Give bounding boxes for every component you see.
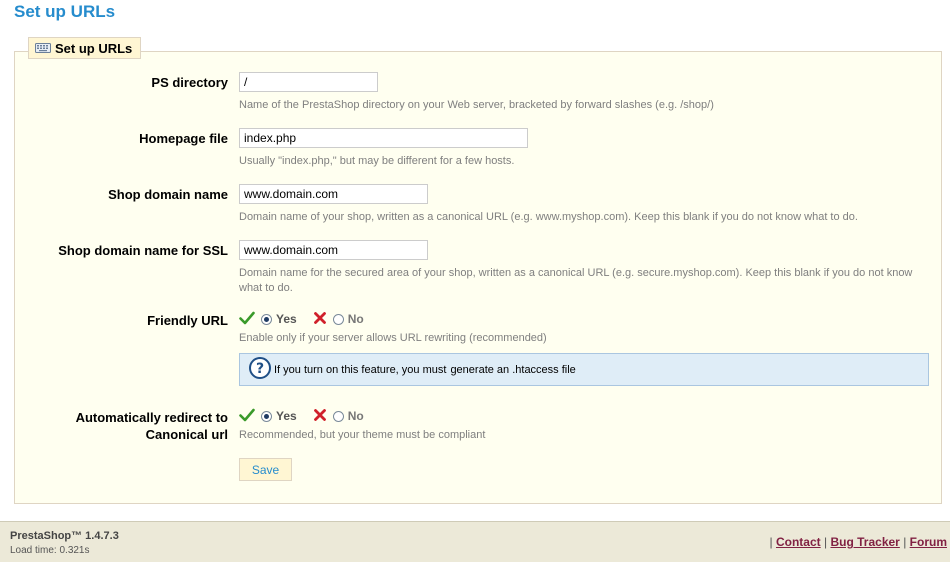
friendly-url-no-label[interactable]: No (348, 312, 364, 326)
check-icon (239, 311, 255, 328)
friendly-url-radio-group: Yes No (239, 310, 364, 328)
cross-icon (313, 408, 327, 425)
bug-tracker-link[interactable]: Bug Tracker (830, 535, 899, 549)
ps-directory-label: PS directory (151, 75, 228, 90)
friendly-url-label: Friendly URL (147, 313, 228, 328)
save-button[interactable]: Save (239, 458, 292, 481)
shop-domain-input[interactable] (239, 184, 428, 204)
keyboard-icon (35, 42, 51, 54)
canonical-redirect-no-radio[interactable] (332, 410, 344, 422)
ps-directory-input[interactable] (239, 72, 378, 92)
contact-link[interactable]: Contact (776, 535, 821, 549)
footer-separator: | (903, 535, 907, 549)
footer-links: | Contact | Bug Tracker | Forum (770, 535, 947, 549)
canonical-redirect-yes-radio[interactable] (261, 410, 272, 422)
htaccess-link[interactable]: generate an .htaccess file (450, 364, 575, 376)
shop-domain-label: Shop domain name (108, 187, 228, 202)
homepage-file-input[interactable] (239, 128, 528, 148)
ps-directory-description: Name of the PrestaShop directory on your… (239, 99, 714, 111)
homepage-file-label: Homepage file (139, 131, 228, 146)
svg-text:?: ? (256, 361, 264, 377)
canonical-redirect-description: Recommended, but your theme must be comp… (239, 429, 486, 441)
legend-title: Set up URLs (55, 40, 133, 56)
htaccess-hint: ? If you turn on this feature, you must … (239, 353, 929, 386)
help-icon: ? (240, 356, 274, 383)
footer-separator: | (769, 535, 773, 549)
forum-link[interactable]: Forum (910, 535, 947, 549)
fieldset-legend: Set up URLs (28, 37, 142, 59)
friendly-url-yes-radio[interactable] (261, 313, 272, 325)
page-title: Set up URLs (14, 2, 116, 21)
friendly-url-no-radio[interactable] (332, 313, 344, 325)
friendly-url-yes-label[interactable]: Yes (276, 312, 297, 326)
canonical-redirect-yes-label[interactable]: Yes (276, 409, 297, 423)
homepage-file-description: Usually "index.php," but may be differen… (239, 155, 515, 167)
canonical-redirect-label-line2: Canonical url (145, 427, 228, 442)
canonical-redirect-no-label[interactable]: No (348, 409, 364, 423)
shop-domain-description: Domain name of your shop, written as a c… (239, 211, 858, 223)
friendly-url-description: Enable only if your server allows URL re… (239, 332, 547, 344)
shop-domain-ssl-input[interactable] (239, 240, 428, 260)
footer: PrestaShop™ 1.4.7.3 Load time: 0.321s | … (0, 521, 950, 562)
canonical-redirect-label: Automatically redirect to Canonical url (76, 409, 228, 443)
shop-domain-ssl-description: Domain name for the secured area of your… (239, 267, 913, 294)
footer-separator: | (824, 535, 828, 549)
shop-domain-ssl-label: Shop domain name for SSL (58, 243, 228, 258)
cross-icon (313, 311, 327, 328)
canonical-redirect-radio-group: Yes No (239, 407, 364, 425)
hint-text: If you turn on this feature, you must (274, 363, 447, 376)
footer-version: PrestaShop™ 1.4.7.3 (10, 530, 119, 542)
check-icon (239, 408, 255, 425)
canonical-redirect-label-line1: Automatically redirect to (75, 410, 228, 425)
footer-load-time: Load time: 0.321s (10, 545, 90, 556)
